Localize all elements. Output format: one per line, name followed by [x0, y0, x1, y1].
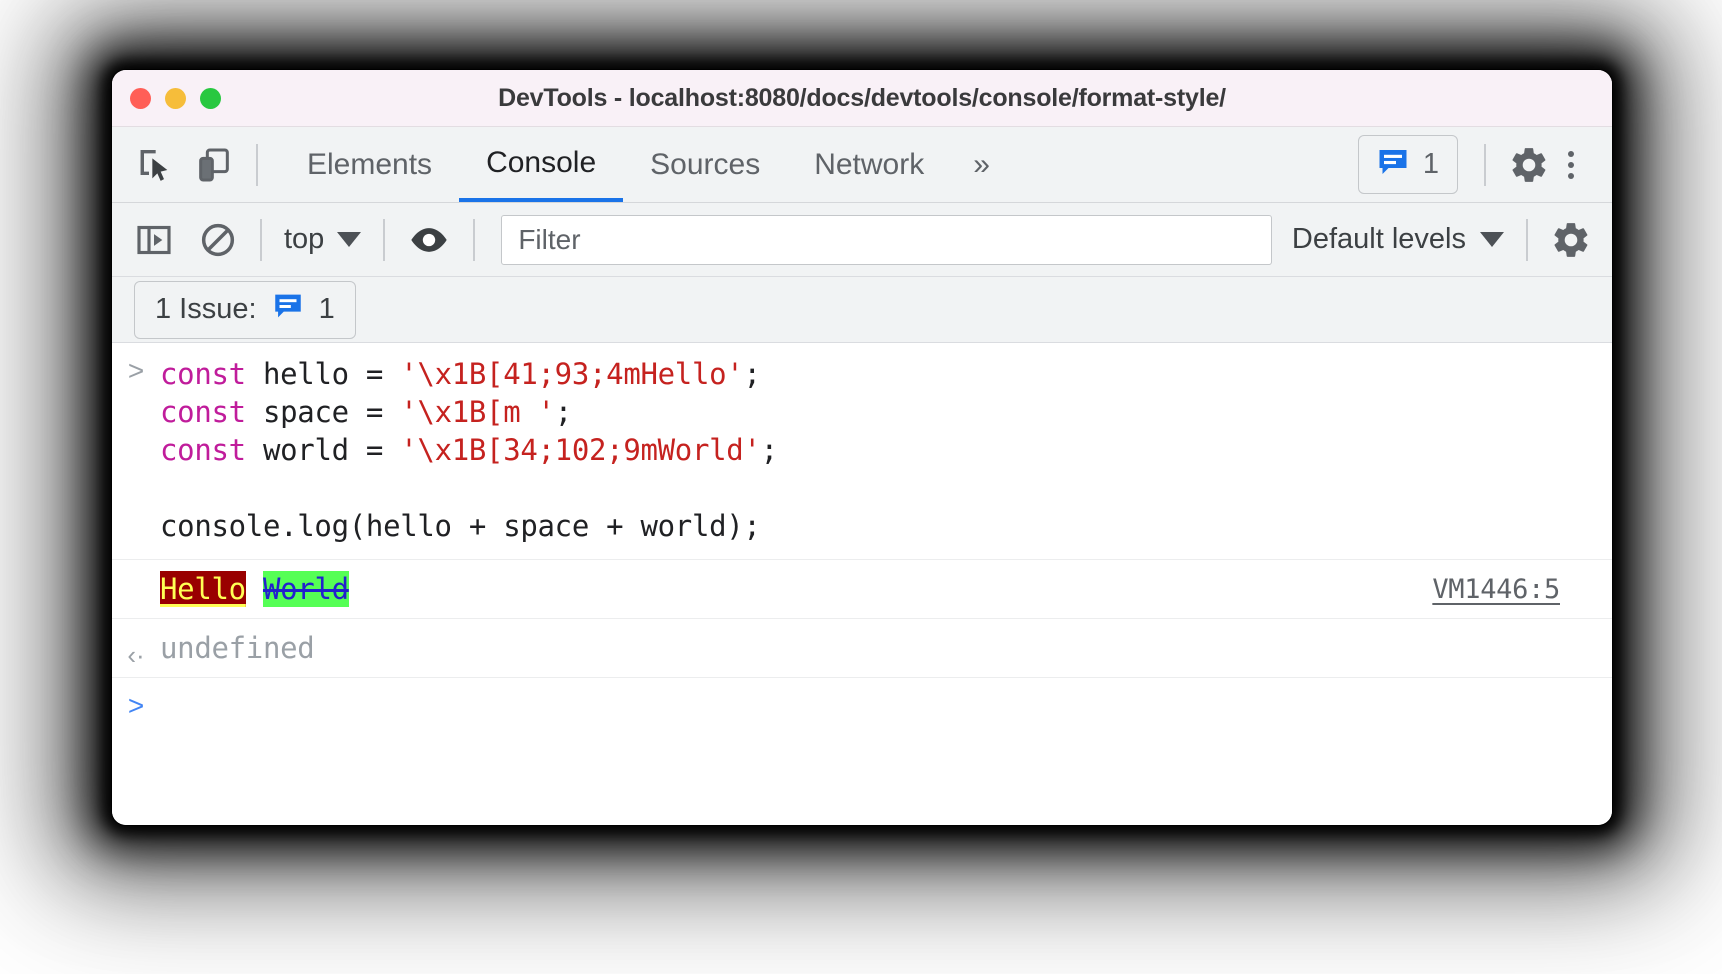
tabstrip-tools: [134, 145, 234, 185]
chevron-right-icon: >: [128, 357, 144, 385]
code-token-plain: world =: [246, 433, 400, 467]
console-input-entry[interactable]: > const hello = '\x1B[41;93;4mHello';con…: [112, 343, 1612, 560]
console-result-value-wrap: undefined: [160, 621, 1612, 675]
console-code-line: const hello = '\x1B[41;93;4mHello';: [160, 355, 1612, 393]
console-issues-row: 1 Issue: 1: [112, 277, 1612, 343]
prompt-chevron-icon: >: [128, 692, 144, 720]
issues-message-icon: [271, 289, 305, 331]
ansi-styled-output: Hello World: [160, 562, 1432, 616]
tab-sources[interactable]: Sources: [623, 127, 787, 202]
execution-context-label: top: [284, 223, 324, 256]
console-code-line: const space = '\x1B[m ';: [160, 393, 1612, 431]
code-token-kw: const: [160, 357, 246, 391]
tabstrip-right-tools: 1: [1358, 135, 1612, 194]
inspect-element-icon[interactable]: [134, 145, 174, 185]
console-prompt-input[interactable]: [160, 688, 1612, 706]
log-levels-label: Default levels: [1292, 223, 1466, 256]
issues-message-icon: [1375, 144, 1411, 185]
tab-console[interactable]: Console: [459, 127, 623, 202]
code-token-plain: ;: [761, 433, 778, 467]
console-input-code: const hello = '\x1B[41;93;4mHello';const…: [160, 343, 1612, 559]
console-settings-gear-icon[interactable]: [1550, 219, 1592, 261]
result-arrow-icon: ‹·: [127, 642, 144, 668]
maximize-window-button[interactable]: [200, 88, 221, 109]
chevron-down-icon: [337, 232, 361, 247]
code-token-str: '\x1B[m ': [400, 395, 554, 429]
devtools-window: DevTools - localhost:8080/docs/devtools/…: [112, 70, 1612, 825]
console-sidebar-icon[interactable]: [134, 220, 174, 260]
filterbar-divider-2: [383, 219, 385, 261]
live-expression-icon[interactable]: [407, 220, 451, 260]
code-token-kw: const: [160, 395, 246, 429]
filter-placeholder-text: Filter: [518, 224, 580, 256]
code-token-str: '\x1B[34;102;9mWorld': [400, 433, 760, 467]
code-token-kw: const: [160, 433, 246, 467]
gear-icon[interactable]: [1508, 144, 1550, 186]
code-token-plain: space =: [246, 395, 400, 429]
console-code-line: [160, 469, 1612, 507]
console-filter-input[interactable]: Filter: [501, 215, 1272, 265]
code-token-plain: ;: [743, 357, 760, 391]
close-window-button[interactable]: [130, 88, 151, 109]
more-tabs-icon[interactable]: »: [951, 148, 1012, 182]
input-gutter: >: [112, 343, 160, 385]
clear-console-icon[interactable]: [198, 220, 238, 260]
code-token-plain: console.log(hello + space + world);: [160, 509, 761, 543]
log-levels-selector[interactable]: Default levels: [1292, 223, 1504, 256]
issues-summary-count: 1: [319, 293, 335, 326]
code-token-str: '\x1B[41;93;4mHello': [400, 357, 743, 391]
tab-elements[interactable]: Elements: [280, 127, 459, 202]
console-filter-toolbar: top Filter Default levels: [112, 203, 1612, 277]
panel-tabs: Elements Console Sources Network »: [280, 127, 1012, 202]
console-result-value: undefined: [160, 631, 314, 665]
tab-network[interactable]: Network: [787, 127, 951, 202]
filterbar-divider-3: [473, 219, 475, 261]
traffic-light-controls: [130, 70, 221, 126]
console-result-entry: ‹· undefined: [112, 619, 1612, 678]
issues-badge-button[interactable]: 1: [1358, 135, 1458, 194]
console-code-line: const world = '\x1B[34;102;9mWorld';: [160, 431, 1612, 469]
ansi-hello-text: Hello: [160, 571, 246, 607]
device-toolbar-icon[interactable]: [194, 145, 234, 185]
devtools-tabstrip: Elements Console Sources Network »: [112, 127, 1612, 203]
output-gutter: [112, 582, 160, 596]
console-prompt-row[interactable]: >: [112, 678, 1612, 748]
filterbar-divider-4: [1526, 219, 1528, 261]
issues-count: 1: [1423, 148, 1439, 181]
execution-context-selector[interactable]: top: [284, 223, 361, 256]
tabstrip-divider: [256, 144, 258, 186]
console-message-list: > const hello = '\x1B[41;93;4mHello';con…: [112, 343, 1612, 825]
ansi-space-text: [246, 572, 263, 606]
chevron-down-icon: [1480, 232, 1504, 247]
console-output-entry: Hello World VM1446:5: [112, 560, 1612, 619]
kebab-menu-icon[interactable]: [1550, 151, 1592, 179]
prompt-gutter: >: [112, 688, 160, 720]
code-token-plain: ;: [555, 395, 572, 429]
console-code-line: console.log(hello + space + world);: [160, 507, 1612, 545]
issues-summary-label: 1 Issue:: [155, 293, 257, 326]
filterbar-divider-1: [260, 219, 262, 261]
result-gutter: ‹·: [112, 628, 160, 668]
window-title: DevTools - localhost:8080/docs/devtools/…: [112, 84, 1612, 113]
minimize-window-button[interactable]: [165, 88, 186, 109]
source-location-link[interactable]: VM1446:5: [1432, 574, 1612, 605]
screenshot-stage: DevTools - localhost:8080/docs/devtools/…: [0, 0, 1722, 974]
code-token-plain: hello =: [246, 357, 400, 391]
ansi-world-text: World: [263, 571, 349, 607]
right-tools-divider: [1484, 144, 1486, 186]
issues-summary-button[interactable]: 1 Issue: 1: [134, 281, 356, 339]
window-titlebar: DevTools - localhost:8080/docs/devtools/…: [112, 70, 1612, 127]
